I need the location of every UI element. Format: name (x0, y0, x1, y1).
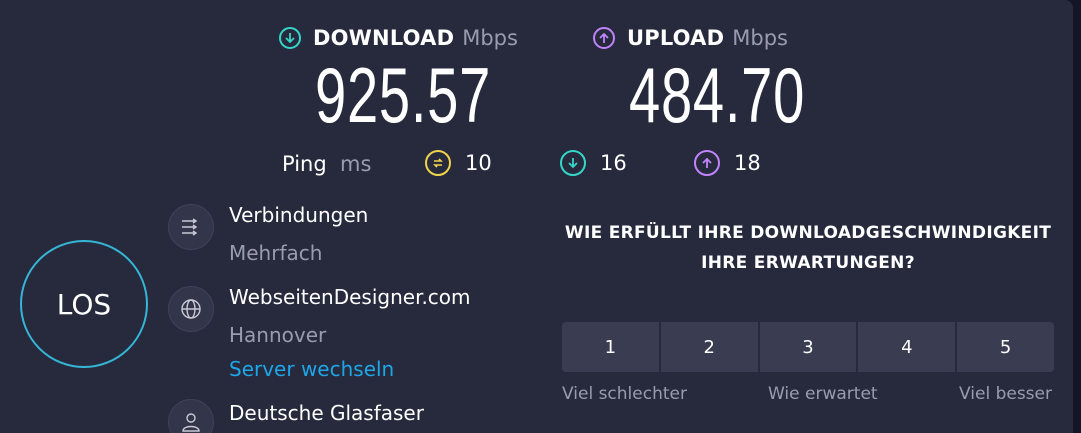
connections-title: Verbindungen (229, 203, 369, 227)
download-metric: DOWNLOAD Mbps 925.57 (279, 24, 518, 134)
survey-question: WIE ERFÜLLT IHRE DOWNLOADGESCHWINDIGKEIT… (564, 223, 1052, 273)
rating-label-low: Viel schlechter (562, 384, 687, 404)
ping-unit: ms (340, 152, 372, 176)
start-test-button[interactable]: LOS (20, 240, 148, 368)
upload-value: 484.70 (629, 51, 806, 139)
ping-download: 16 (560, 150, 627, 176)
change-server-link[interactable]: Server wechseln (229, 357, 394, 381)
ping-label: Ping (282, 152, 327, 176)
download-value: 925.57 (315, 51, 492, 139)
rating-option-4[interactable]: 4 (858, 322, 958, 372)
server-name: WebseitenDesigner.com (229, 285, 471, 309)
user-icon (168, 399, 214, 433)
upload-label: UPLOAD (627, 26, 725, 50)
rating-scale: 1 2 3 4 5 (562, 322, 1054, 372)
ping-upload: 18 (694, 150, 761, 176)
rating-option-2[interactable]: 2 (661, 322, 760, 372)
idle-latency-icon (425, 150, 451, 176)
connections-icon[interactable] (168, 204, 214, 250)
download-unit: Mbps (462, 26, 518, 50)
rating-option-5[interactable]: 5 (957, 322, 1054, 372)
globe-icon (168, 286, 214, 332)
ping-download-value: 16 (600, 151, 627, 175)
connections-value: Mehrfach (229, 241, 323, 265)
server-location: Hannover (229, 323, 327, 347)
ping-idle-value: 10 (465, 151, 492, 175)
provider-name: Deutsche Glasfaser (229, 401, 424, 425)
download-label: DOWNLOAD (313, 26, 455, 50)
upload-arrow-icon (593, 27, 615, 49)
rating-label-high: Viel besser (959, 384, 1052, 404)
upload-unit: Mbps (732, 26, 788, 50)
download-latency-icon (560, 150, 586, 176)
download-arrow-icon (279, 27, 301, 49)
ping-upload-value: 18 (734, 151, 761, 175)
upload-metric: UPLOAD Mbps 484.70 (593, 24, 804, 134)
ping-idle: 10 (425, 150, 492, 176)
speedtest-panel: DOWNLOAD Mbps 925.57 UPLOAD Mbps 484.70 … (0, 0, 1073, 433)
rating-label-mid: Wie erwartet (768, 384, 878, 404)
rating-option-3[interactable]: 3 (760, 322, 859, 372)
upload-latency-icon (694, 150, 720, 176)
rating-option-1[interactable]: 1 (562, 322, 661, 372)
